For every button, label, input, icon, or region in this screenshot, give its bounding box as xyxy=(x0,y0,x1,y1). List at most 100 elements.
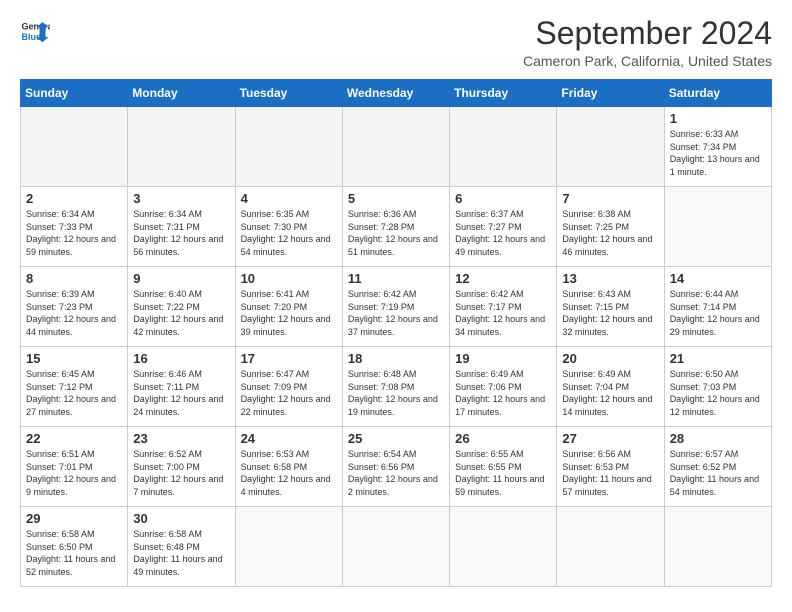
calendar-cell xyxy=(235,107,342,187)
day-number: 21 xyxy=(670,351,766,366)
calendar-cell: 12 Sunrise: 6:42 AMSunset: 7:17 PMDayligh… xyxy=(450,267,557,347)
week-row-0: 1Sunrise: 6:33 AMSunset: 7:34 PMDaylight… xyxy=(21,107,772,187)
calendar-cell: 15Sunrise: 6:45 AMSunset: 7:12 PMDayligh… xyxy=(21,347,128,427)
calendar-cell xyxy=(128,107,235,187)
day-number: 25 xyxy=(348,431,444,446)
day-number: 18 xyxy=(348,351,444,366)
day-number: 30 xyxy=(133,511,229,526)
day-number: 29 xyxy=(26,511,122,526)
cell-info: Sunrise: 6:56 AMSunset: 6:53 PMDaylight:… xyxy=(562,448,658,498)
cell-info: Sunrise: 6:49 AMSunset: 7:06 PMDaylight:… xyxy=(455,368,551,418)
week-row-2: 8Sunrise: 6:39 AMSunset: 7:23 PMDaylight… xyxy=(21,267,772,347)
calendar-cell: 17Sunrise: 6:47 AMSunset: 7:09 PMDayligh… xyxy=(235,347,342,427)
calendar-cell: 8Sunrise: 6:39 AMSunset: 7:23 PMDaylight… xyxy=(21,267,128,347)
day-number: 23 xyxy=(133,431,229,446)
calendar-cell: 27 Sunrise: 6:56 AMSunset: 6:53 PMDayligh… xyxy=(557,427,664,507)
cell-info: Sunrise: 6:58 AMSunset: 6:50 PMDaylight:… xyxy=(26,528,122,578)
day-number: 9 xyxy=(133,271,229,286)
cell-info: Sunrise: 6:34 AMSunset: 7:31 PMDaylight:… xyxy=(133,208,229,258)
calendar-cell xyxy=(21,107,128,187)
col-header-sunday: Sunday xyxy=(21,80,128,107)
calendar-cell: 22Sunrise: 6:51 AMSunset: 7:01 PMDayligh… xyxy=(21,427,128,507)
cell-info: Sunrise: 6:48 AMSunset: 7:08 PMDaylight:… xyxy=(348,368,444,418)
calendar-cell xyxy=(450,507,557,587)
cell-info: Sunrise: 6:52 AMSunset: 7:00 PMDaylight:… xyxy=(133,448,229,498)
calendar-cell: 30 Sunrise: 6:58 AMSunset: 6:48 PMDayligh… xyxy=(128,507,235,587)
cell-info: Sunrise: 6:42 AMSunset: 7:17 PMDaylight:… xyxy=(455,288,551,338)
calendar-cell xyxy=(235,507,342,587)
day-number: 28 xyxy=(670,431,766,446)
calendar-cell xyxy=(557,107,664,187)
calendar-cell xyxy=(557,507,664,587)
calendar-cell xyxy=(664,187,771,267)
header-area: General Blue September 2024 Cameron Park… xyxy=(20,16,772,69)
cell-info: Sunrise: 6:57 AMSunset: 6:52 PMDaylight:… xyxy=(670,448,766,498)
calendar-cell: 7 Sunrise: 6:38 AMSunset: 7:25 PMDaylight… xyxy=(557,187,664,267)
cell-info: Sunrise: 6:41 AMSunset: 7:20 PMDaylight:… xyxy=(241,288,337,338)
cell-info: Sunrise: 6:54 AMSunset: 6:56 PMDaylight:… xyxy=(348,448,444,498)
week-row-3: 15Sunrise: 6:45 AMSunset: 7:12 PMDayligh… xyxy=(21,347,772,427)
calendar-cell xyxy=(342,107,449,187)
logo: General Blue xyxy=(20,16,50,46)
day-number: 16 xyxy=(133,351,229,366)
calendar-cell: 26Sunrise: 6:55 AMSunset: 6:55 PMDayligh… xyxy=(450,427,557,507)
cell-info: Sunrise: 6:38 AMSunset: 7:25 PMDaylight:… xyxy=(562,208,658,258)
calendar-cell: 5 Sunrise: 6:36 AMSunset: 7:28 PMDaylight… xyxy=(342,187,449,267)
day-number: 2 xyxy=(26,191,122,206)
calendar-cell: 10Sunrise: 6:41 AMSunset: 7:20 PMDayligh… xyxy=(235,267,342,347)
day-number: 11 xyxy=(348,271,444,286)
cell-info: Sunrise: 6:44 AMSunset: 7:14 PMDaylight:… xyxy=(670,288,766,338)
calendar-cell: 2 Sunrise: 6:34 AMSunset: 7:33 PMDaylight… xyxy=(21,187,128,267)
calendar-cell: 24 Sunrise: 6:53 AMSunset: 6:58 PMDayligh… xyxy=(235,427,342,507)
calendar-cell: 4Sunrise: 6:35 AMSunset: 7:30 PMDaylight… xyxy=(235,187,342,267)
header-row: SundayMondayTuesdayWednesdayThursdayFrid… xyxy=(21,80,772,107)
week-row-1: 2 Sunrise: 6:34 AMSunset: 7:33 PMDaylight… xyxy=(21,187,772,267)
cell-info: Sunrise: 6:53 AMSunset: 6:58 PMDaylight:… xyxy=(241,448,337,498)
calendar-cell: 13 Sunrise: 6:43 AMSunset: 7:15 PMDayligh… xyxy=(557,267,664,347)
logo-icon: General Blue xyxy=(20,16,50,46)
calendar-cell: 3 Sunrise: 6:34 AMSunset: 7:31 PMDaylight… xyxy=(128,187,235,267)
col-header-tuesday: Tuesday xyxy=(235,80,342,107)
day-number: 12 xyxy=(455,271,551,286)
cell-info: Sunrise: 6:34 AMSunset: 7:33 PMDaylight:… xyxy=(26,208,122,258)
cell-info: Sunrise: 6:43 AMSunset: 7:15 PMDaylight:… xyxy=(562,288,658,338)
cell-info: Sunrise: 6:55 AMSunset: 6:55 PMDaylight:… xyxy=(455,448,551,498)
day-number: 4 xyxy=(241,191,337,206)
day-number: 8 xyxy=(26,271,122,286)
day-number: 27 xyxy=(562,431,658,446)
day-number: 3 xyxy=(133,191,229,206)
cell-info: Sunrise: 6:49 AMSunset: 7:04 PMDaylight:… xyxy=(562,368,658,418)
cell-info: Sunrise: 6:40 AMSunset: 7:22 PMDaylight:… xyxy=(133,288,229,338)
calendar-cell: 18 Sunrise: 6:48 AMSunset: 7:08 PMDayligh… xyxy=(342,347,449,427)
calendar-cell: 25 Sunrise: 6:54 AMSunset: 6:56 PMDayligh… xyxy=(342,427,449,507)
calendar-cell: 19 Sunrise: 6:49 AMSunset: 7:06 PMDayligh… xyxy=(450,347,557,427)
day-number: 24 xyxy=(241,431,337,446)
col-header-saturday: Saturday xyxy=(664,80,771,107)
title-area: September 2024 Cameron Park, California,… xyxy=(523,16,772,69)
cell-info: Sunrise: 6:36 AMSunset: 7:28 PMDaylight:… xyxy=(348,208,444,258)
col-header-monday: Monday xyxy=(128,80,235,107)
cell-info: Sunrise: 6:33 AMSunset: 7:34 PMDaylight:… xyxy=(670,128,766,178)
day-number: 19 xyxy=(455,351,551,366)
calendar-cell: 21Sunrise: 6:50 AMSunset: 7:03 PMDayligh… xyxy=(664,347,771,427)
calendar-cell: 1Sunrise: 6:33 AMSunset: 7:34 PMDaylight… xyxy=(664,107,771,187)
calendar-container: General Blue September 2024 Cameron Park… xyxy=(0,0,792,597)
calendar-cell: 20 Sunrise: 6:49 AMSunset: 7:04 PMDayligh… xyxy=(557,347,664,427)
calendar-cell: 23 Sunrise: 6:52 AMSunset: 7:00 PMDayligh… xyxy=(128,427,235,507)
day-number: 7 xyxy=(562,191,658,206)
calendar-cell: 6Sunrise: 6:37 AMSunset: 7:27 PMDaylight… xyxy=(450,187,557,267)
calendar-cell: 16Sunrise: 6:46 AMSunset: 7:11 PMDayligh… xyxy=(128,347,235,427)
day-number: 14 xyxy=(670,271,766,286)
week-row-5: 29 Sunrise: 6:58 AMSunset: 6:50 PMDayligh… xyxy=(21,507,772,587)
calendar-cell: 11Sunrise: 6:42 AMSunset: 7:19 PMDayligh… xyxy=(342,267,449,347)
day-number: 13 xyxy=(562,271,658,286)
calendar-cell xyxy=(664,507,771,587)
cell-info: Sunrise: 6:51 AMSunset: 7:01 PMDaylight:… xyxy=(26,448,122,498)
calendar-cell: 9 Sunrise: 6:40 AMSunset: 7:22 PMDaylight… xyxy=(128,267,235,347)
cell-info: Sunrise: 6:45 AMSunset: 7:12 PMDaylight:… xyxy=(26,368,122,418)
cell-info: Sunrise: 6:58 AMSunset: 6:48 PMDaylight:… xyxy=(133,528,229,578)
calendar-cell: 28 Sunrise: 6:57 AMSunset: 6:52 PMDayligh… xyxy=(664,427,771,507)
day-number: 20 xyxy=(562,351,658,366)
day-number: 5 xyxy=(348,191,444,206)
cell-info: Sunrise: 6:47 AMSunset: 7:09 PMDaylight:… xyxy=(241,368,337,418)
